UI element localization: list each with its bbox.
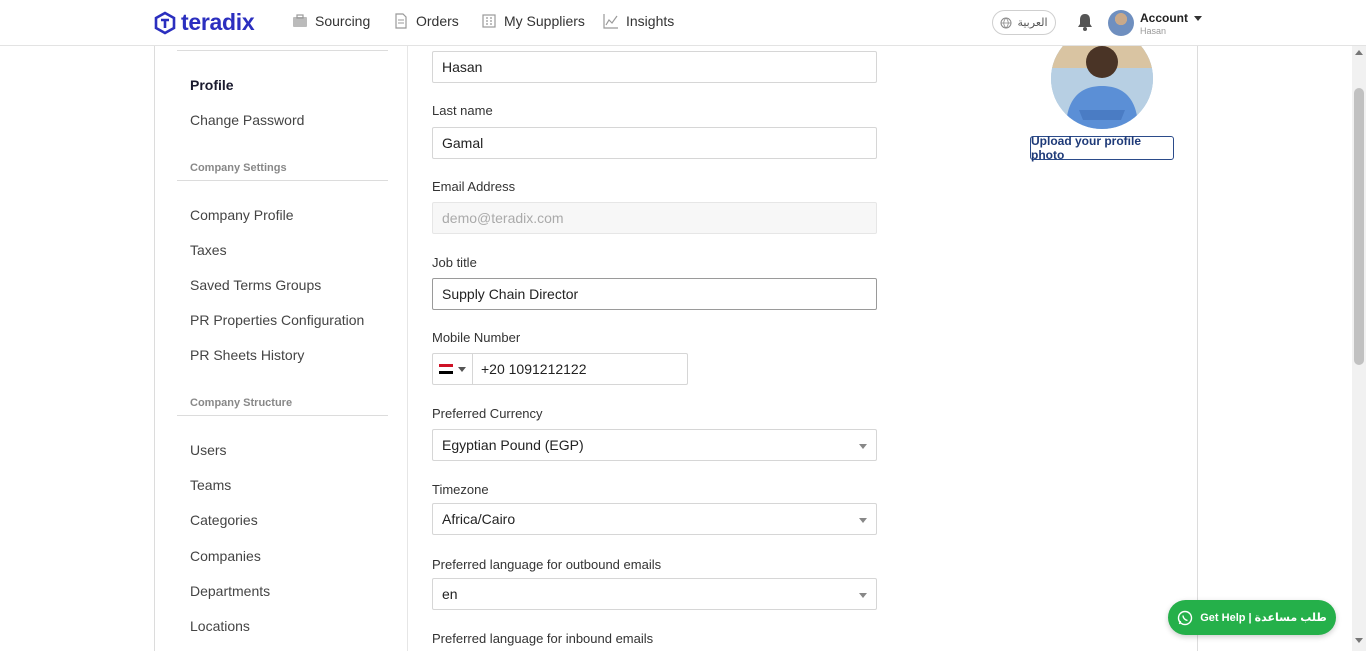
- nav-insights[interactable]: Insights: [603, 13, 674, 29]
- sidebar-item-pr-properties-configuration[interactable]: PR Properties Configuration: [190, 312, 364, 328]
- teradix-logo[interactable]: teradix: [153, 9, 255, 36]
- sidebar-item-categories[interactable]: Categories: [190, 512, 258, 528]
- sidebar-divider-top: [177, 50, 388, 51]
- sidebar-section-company-settings: Company Settings: [190, 162, 287, 174]
- last-name-input[interactable]: Gamal: [432, 127, 877, 159]
- outbound-language-select[interactable]: en: [432, 578, 877, 610]
- content-frame-right: [1197, 46, 1198, 651]
- sidebar-item-teams[interactable]: Teams: [190, 477, 231, 493]
- chevron-down-icon: [859, 518, 867, 523]
- preferred-currency-select[interactable]: Egyptian Pound (EGP): [432, 429, 877, 461]
- job-title-input[interactable]: Supply Chain Director: [432, 278, 877, 310]
- timezone-label: Timezone: [432, 482, 489, 497]
- account-username: Hasan: [1140, 26, 1167, 36]
- sidebar-item-taxes[interactable]: Taxes: [190, 242, 227, 258]
- account-menu[interactable]: Account Hasan: [1140, 11, 1202, 36]
- chevron-down-icon: [859, 593, 867, 598]
- nav-sourcing[interactable]: Sourcing: [292, 13, 370, 29]
- last-name-label: Last name: [432, 103, 493, 118]
- scrollbar-thumb[interactable]: [1354, 88, 1364, 365]
- language-toggle[interactable]: العربية: [992, 10, 1056, 35]
- nav-my-suppliers-label: My Suppliers: [504, 13, 585, 29]
- nav-my-suppliers[interactable]: My Suppliers: [481, 13, 585, 29]
- timezone-value: Africa/Cairo: [442, 511, 516, 527]
- chevron-down-icon: [859, 444, 867, 449]
- briefcase-icon: [293, 14, 307, 27]
- sidebar-item-companies[interactable]: Companies: [190, 548, 261, 564]
- sidebar-section-divider: [177, 180, 388, 181]
- last-name-value: Gamal: [442, 135, 484, 151]
- building-icon: [482, 14, 496, 28]
- nav-sourcing-label: Sourcing: [315, 13, 371, 29]
- content-frame-left: [154, 46, 155, 651]
- get-help-label: Get Help | طلب مساعدة: [1200, 612, 1327, 624]
- document-icon: [395, 13, 407, 29]
- sidebar-section-divider: [177, 415, 388, 416]
- country-code-selector[interactable]: [433, 354, 473, 384]
- sidebar-item-profile[interactable]: Profile: [190, 77, 234, 93]
- outbound-language-label: Preferred language for outbound emails: [432, 557, 662, 572]
- upload-profile-photo-button[interactable]: Upload your profile photo: [1030, 134, 1174, 162]
- top-navbar: teradix Sourcing Orders My Suppliers Ins…: [0, 0, 1366, 46]
- brand-name: teradix: [181, 9, 255, 35]
- language-toggle-label: العربية: [1017, 17, 1048, 29]
- teradix-logo-icon: [154, 11, 176, 34]
- preferred-currency-value: Egyptian Pound (EGP): [442, 437, 584, 453]
- sidebar-item-saved-terms-groups[interactable]: Saved Terms Groups: [190, 277, 321, 293]
- sidebar-divider: [407, 46, 408, 651]
- scroll-up-arrow-icon[interactable]: [1355, 50, 1363, 55]
- bell-icon[interactable]: [1075, 12, 1095, 32]
- sidebar-item-users[interactable]: Users: [190, 442, 227, 458]
- email-label: Email Address: [432, 179, 516, 194]
- first-name-value: Hasan: [442, 59, 483, 75]
- inbound-language-label: Preferred language for inbound emails: [432, 631, 654, 646]
- chart-line-icon: [603, 14, 618, 29]
- first-name-input[interactable]: Hasan: [432, 51, 877, 83]
- mobile-number-field: +20 1091212122: [432, 353, 688, 385]
- nav-insights-label: Insights: [626, 13, 675, 29]
- scroll-down-arrow-icon[interactable]: [1355, 638, 1363, 643]
- sidebar-item-change-password[interactable]: Change Password: [190, 112, 304, 128]
- sidebar-item-locations[interactable]: Locations: [190, 618, 250, 634]
- email-placeholder: demo@teradix.com: [442, 210, 564, 226]
- outbound-language-value: en: [442, 586, 458, 602]
- timezone-select[interactable]: Africa/Cairo: [432, 503, 877, 535]
- sidebar-item-departments[interactable]: Departments: [190, 583, 270, 599]
- sidebar-section-company-structure: Company Structure: [190, 397, 293, 409]
- chevron-down-icon: [1194, 15, 1202, 21]
- egypt-flag-icon: [439, 364, 453, 374]
- account-avatar[interactable]: [1108, 10, 1134, 36]
- job-title-value: Supply Chain Director: [442, 286, 579, 302]
- sidebar-item-company-profile[interactable]: Company Profile: [190, 207, 294, 223]
- nav-orders[interactable]: Orders: [393, 13, 459, 29]
- email-input: demo@teradix.com: [432, 202, 877, 234]
- whatsapp-icon: [1178, 610, 1193, 625]
- mobile-number-input[interactable]: +20 1091212122: [473, 354, 687, 384]
- get-help-button[interactable]: Get Help | طلب مساعدة: [1168, 600, 1336, 635]
- job-title-label: Job title: [432, 255, 477, 270]
- mobile-number-label: Mobile Number: [432, 330, 521, 345]
- nav-orders-label: Orders: [416, 13, 459, 29]
- preferred-currency-label: Preferred Currency: [432, 406, 543, 421]
- chevron-down-icon: [458, 366, 466, 372]
- globe-icon: [1000, 17, 1012, 28]
- sidebar-item-pr-sheets-history[interactable]: PR Sheets History: [190, 347, 304, 363]
- account-label: Account: [1140, 11, 1188, 25]
